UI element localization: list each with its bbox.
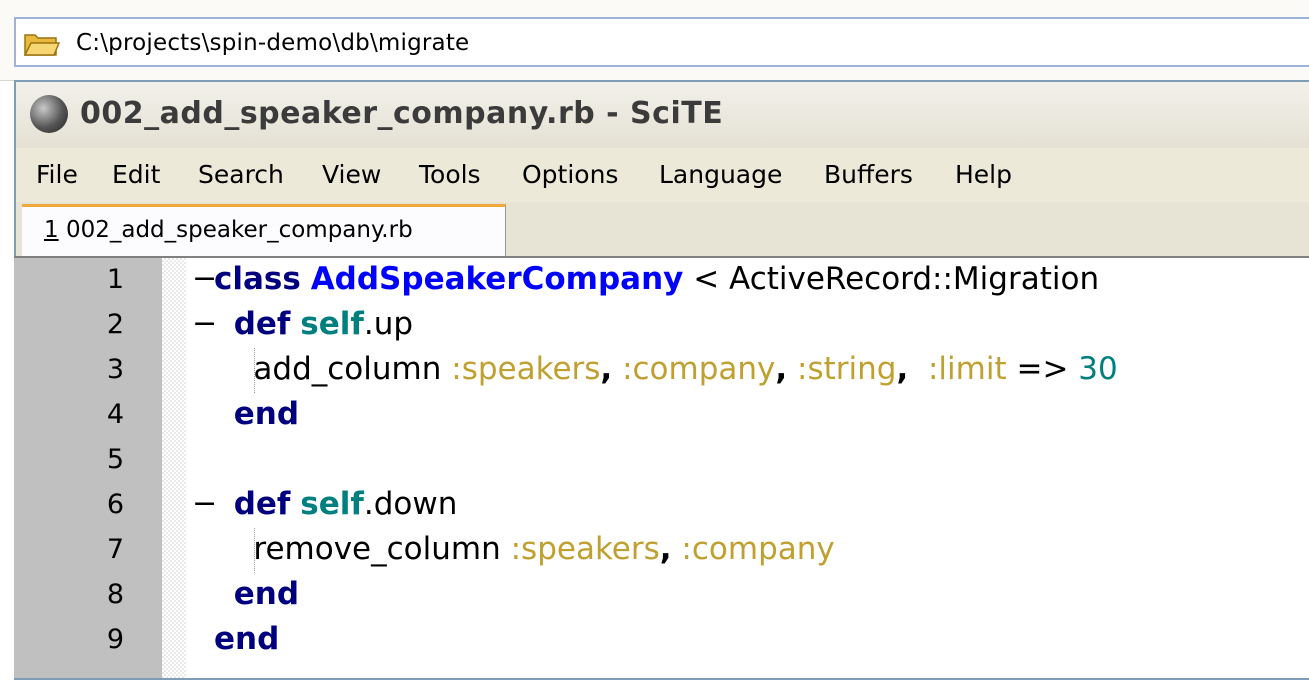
code-line[interactable]: 3 add_column :speakers, :company, :strin… (14, 348, 1309, 393)
code-token: :string (797, 351, 897, 387)
line-number: 3 (106, 354, 124, 385)
tab-accelerator: 1 (44, 217, 59, 243)
window-title: 002_add_speaker_company.rb - SciTE (80, 96, 724, 131)
code-token: AddSpeakerCompany (310, 261, 684, 297)
title-bar[interactable]: 002_add_speaker_company.rb - SciTE (16, 82, 1309, 148)
code-line[interactable]: 5 (14, 438, 1309, 483)
menu-buffers[interactable]: Buffers (824, 160, 913, 189)
code-token: :limit (927, 351, 1007, 387)
code-token: 30 (1078, 351, 1118, 387)
code-line[interactable]: 6− def self.down (14, 483, 1309, 528)
line-number: 6 (106, 489, 124, 520)
code-text: def self.down (214, 486, 458, 522)
code-token: < ActiveRecord::Migration (683, 261, 1100, 297)
code-editor[interactable]: 1− class AddSpeakerCompany < ActiveRecord… (14, 256, 1309, 678)
code-token: end (233, 396, 300, 432)
code-token: end (214, 621, 280, 657)
code-text: end (214, 621, 279, 657)
code-token: def (233, 486, 291, 522)
code-token: , (659, 531, 672, 567)
menu-help[interactable]: Help (955, 160, 1012, 189)
code-token: :company (622, 351, 776, 387)
code-token: remove_column (214, 531, 511, 567)
menu-search[interactable]: Search (198, 160, 284, 189)
address-field[interactable]: C:\projects\spin-demo\db\migrate (14, 17, 1309, 67)
tab-bar: 1 002_add_speaker_company.rb (16, 202, 1309, 258)
code-line[interactable]: 8 end (14, 573, 1309, 618)
code-token: :company (681, 531, 835, 567)
code-token: .up (363, 306, 414, 342)
tab-filename: 002_add_speaker_company.rb (58, 217, 413, 243)
code-text: add_column :speakers, :company, :string,… (214, 351, 1118, 387)
code-text: remove_column :speakers, :company (214, 531, 835, 567)
code-line[interactable]: 7 remove_column :speakers, :company (14, 528, 1309, 573)
code-text: def self.up (214, 306, 413, 342)
code-token: end (233, 576, 300, 612)
code-token: :speakers (510, 531, 660, 567)
menu-language[interactable]: Language (659, 160, 782, 189)
menu-options[interactable]: Options (522, 160, 618, 189)
line-number: 8 (106, 579, 124, 610)
menu-view[interactable]: View (322, 160, 381, 189)
address-path: C:\projects\spin-demo\db\migrate (76, 30, 470, 56)
code-token: self (300, 306, 364, 342)
code-token: def (233, 306, 291, 342)
code-token: .down (363, 486, 458, 522)
menu-tools[interactable]: Tools (419, 160, 481, 189)
code-token: , (600, 351, 613, 387)
code-token: :speakers (451, 351, 601, 387)
line-number: 4 (106, 399, 124, 430)
code-token: , (775, 351, 788, 387)
code-token: self (300, 486, 364, 522)
line-number: 5 (106, 444, 124, 475)
line-number: 9 (106, 624, 124, 655)
menu-edit[interactable]: Edit (112, 160, 160, 189)
line-number: 2 (106, 309, 124, 340)
tab-label: 1 002_add_speaker_company.rb (44, 217, 413, 243)
folder-open-icon (24, 34, 60, 56)
line-number: 1 (106, 264, 124, 295)
code-token: add_column (214, 351, 452, 387)
code-token: , (896, 351, 909, 387)
code-line[interactable]: 1− class AddSpeakerCompany < ActiveRecord… (14, 258, 1309, 303)
address-bar: C:\projects\spin-demo\db\migrate (0, 0, 1309, 81)
code-token: class (214, 261, 301, 297)
menu-bar: File Edit Search View Tools Options Lang… (16, 148, 1309, 204)
code-text: end (214, 396, 299, 432)
code-text: end (214, 576, 299, 612)
tab-current-file[interactable]: 1 002_add_speaker_company.rb (22, 204, 506, 258)
scite-app-icon (30, 95, 68, 133)
code-token: => (1006, 351, 1079, 387)
code-line[interactable]: 9 end (14, 618, 1309, 663)
code-line[interactable]: 2− def self.up (14, 303, 1309, 348)
code-line[interactable]: 4 end (14, 393, 1309, 438)
code-text: class AddSpeakerCompany < ActiveRecord::… (214, 261, 1099, 297)
menu-file[interactable]: File (36, 160, 78, 189)
line-number: 7 (106, 534, 124, 565)
